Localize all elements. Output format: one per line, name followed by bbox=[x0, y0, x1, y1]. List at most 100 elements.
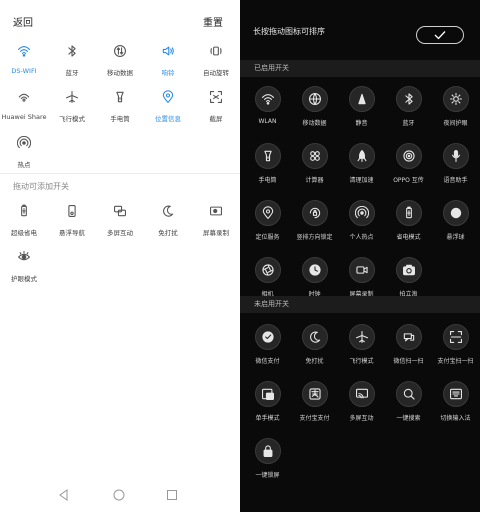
toggle-tile[interactable]: 移动数据 bbox=[96, 40, 144, 86]
confirm-button[interactable] bbox=[416, 26, 464, 44]
switch-label: 微信支付 bbox=[255, 358, 280, 365]
airplane-icon bbox=[63, 88, 81, 106]
search-icon bbox=[395, 381, 422, 407]
switch-tile[interactable]: 单手模式 bbox=[244, 381, 291, 438]
back-nav-icon[interactable] bbox=[55, 486, 73, 504]
switch-tile[interactable]: 支付宝支付 bbox=[291, 381, 338, 438]
hotspot-icon bbox=[348, 200, 375, 226]
toggle-tile[interactable]: 位置信息 bbox=[144, 86, 192, 132]
toggle-label: 截屏 bbox=[209, 115, 223, 123]
back-button[interactable]: 返回 bbox=[13, 14, 33, 29]
switch-label: 计算器 bbox=[305, 177, 324, 184]
camera-aperture-icon bbox=[254, 257, 281, 283]
switch-tile[interactable]: 一键锁屏 bbox=[244, 438, 291, 495]
left-panel: 返回 重置 DS-WIFI 蓝牙 移动数据 响铃 自动旋转 Huawei Share 飞行模… bbox=[0, 0, 240, 512]
toggle-tile[interactable]: 悬浮导航 bbox=[48, 200, 96, 246]
toggle-label: 悬浮导航 bbox=[59, 229, 85, 237]
switch-tile[interactable]: 语音助手 bbox=[432, 143, 479, 200]
video-icon bbox=[348, 257, 375, 283]
switch-tile[interactable]: 手电筒 bbox=[244, 143, 291, 200]
home-nav-icon[interactable] bbox=[110, 486, 128, 504]
night-eye-icon bbox=[442, 86, 469, 112]
toggle-tile[interactable]: 热点 bbox=[0, 132, 48, 178]
toggle-tile[interactable]: 免打扰 bbox=[144, 200, 192, 246]
toggle-tile[interactable]: 飞行模式 bbox=[48, 86, 96, 132]
switch-label: 个人热点 bbox=[349, 234, 374, 241]
switch-label: 一键搜索 bbox=[396, 415, 421, 422]
hotspot-icon bbox=[15, 134, 33, 152]
toggle-label: 响铃 bbox=[161, 69, 175, 77]
switch-tile[interactable]: 省电模式 bbox=[385, 200, 432, 257]
switch-tile[interactable]: 免打扰 bbox=[291, 324, 338, 381]
auto-rotate-icon bbox=[207, 42, 225, 60]
switch-tile[interactable]: 一键搜索 bbox=[385, 381, 432, 438]
switch-tile[interactable]: OPPO 互传 bbox=[385, 143, 432, 200]
float-nav-icon bbox=[63, 202, 81, 220]
camera-icon bbox=[395, 257, 422, 283]
toggle-tile[interactable]: 多屏互动 bbox=[96, 200, 144, 246]
toggle-tile[interactable]: 响铃 bbox=[144, 40, 192, 86]
toggle-tile[interactable]: Huawei Share bbox=[0, 86, 48, 132]
toggle-label: 免打扰 bbox=[158, 229, 178, 237]
clock-icon bbox=[301, 257, 328, 283]
switch-tile[interactable]: 切换输入法 bbox=[432, 381, 479, 438]
toggle-tile[interactable]: 超级省电 bbox=[0, 200, 48, 246]
switch-tile[interactable]: 飞行模式 bbox=[338, 324, 385, 381]
reset-button[interactable]: 重置 bbox=[203, 14, 223, 29]
eye-icon bbox=[15, 248, 33, 266]
switch-tile[interactable]: 支付宝扫一扫 bbox=[432, 324, 479, 381]
divider bbox=[0, 173, 240, 174]
switch-tile[interactable]: 定位服务 bbox=[244, 200, 291, 257]
switch-label: 省电模式 bbox=[396, 234, 421, 241]
switch-label: 蓝牙 bbox=[402, 120, 415, 127]
switch-tile[interactable]: 静音 bbox=[338, 86, 385, 143]
switch-label: WLAN bbox=[258, 118, 277, 125]
toggle-tile[interactable]: 自动旋转 bbox=[192, 40, 240, 86]
multi-screen-icon bbox=[111, 202, 129, 220]
mute-icon bbox=[348, 86, 375, 112]
switch-label: 移动数据 bbox=[302, 120, 327, 127]
switch-tile[interactable]: 蓝牙 bbox=[385, 86, 432, 143]
switch-label: 定位服务 bbox=[255, 234, 280, 241]
recents-nav-icon[interactable] bbox=[163, 486, 181, 504]
flashlight-icon bbox=[111, 88, 129, 106]
switch-tile[interactable]: 计算器 bbox=[291, 143, 338, 200]
switch-tile[interactable]: 清理加速 bbox=[338, 143, 385, 200]
toggle-tile[interactable]: 手电筒 bbox=[96, 86, 144, 132]
switch-label: 悬浮球 bbox=[446, 234, 465, 241]
switch-tile[interactable]: 移动数据 bbox=[291, 86, 338, 143]
battery-icon bbox=[395, 200, 422, 226]
cast-icon bbox=[348, 381, 375, 407]
toggle-tile[interactable]: 蓝牙 bbox=[48, 40, 96, 86]
switch-tile[interactable]: 多屏互动 bbox=[338, 381, 385, 438]
sound-icon bbox=[159, 42, 177, 60]
toggle-tile[interactable]: DS-WIFI bbox=[0, 40, 48, 86]
switch-tile[interactable]: 悬浮球 bbox=[432, 200, 479, 257]
toggle-tile[interactable]: 截屏 bbox=[192, 86, 240, 132]
switch-tile[interactable]: 夜间护眼 bbox=[432, 86, 479, 143]
lock-icon bbox=[254, 438, 281, 464]
toggle-label: Huawei Share bbox=[1, 113, 47, 121]
wechat-scan-icon bbox=[395, 324, 422, 350]
switch-label: 支付宝支付 bbox=[299, 415, 330, 422]
toggle-label: 热点 bbox=[17, 161, 31, 169]
switch-tile[interactable]: 微信扫一扫 bbox=[385, 324, 432, 381]
switch-label: 竖排方向锁定 bbox=[296, 234, 333, 241]
one-hand-icon bbox=[254, 381, 281, 407]
mobile-data-icon bbox=[111, 42, 129, 60]
switch-tile[interactable]: 个人热点 bbox=[338, 200, 385, 257]
switch-tile[interactable]: WLAN bbox=[244, 86, 291, 143]
switch-label: 一键锁屏 bbox=[255, 472, 280, 479]
toggle-label: 自动旋转 bbox=[203, 69, 229, 77]
switch-label: 语音助手 bbox=[443, 177, 468, 184]
toggle-tile[interactable]: 屏幕录制 bbox=[192, 200, 240, 246]
active-toggles-grid: DS-WIFI 蓝牙 移动数据 响铃 自动旋转 Huawei Share 飞行模式 手电筒 位置… bbox=[0, 40, 240, 178]
microphone-icon bbox=[442, 143, 469, 169]
addable-section-title: 拖动可添加开关 bbox=[13, 182, 69, 191]
switch-label: 支付宝扫一扫 bbox=[437, 358, 474, 365]
switch-tile[interactable]: 微信支付 bbox=[244, 324, 291, 381]
toggle-tile[interactable]: 护眼模式 bbox=[0, 246, 48, 292]
float-ball-icon bbox=[442, 200, 469, 226]
switch-tile[interactable]: 竖排方向锁定 bbox=[291, 200, 338, 257]
alipay-icon bbox=[301, 381, 328, 407]
